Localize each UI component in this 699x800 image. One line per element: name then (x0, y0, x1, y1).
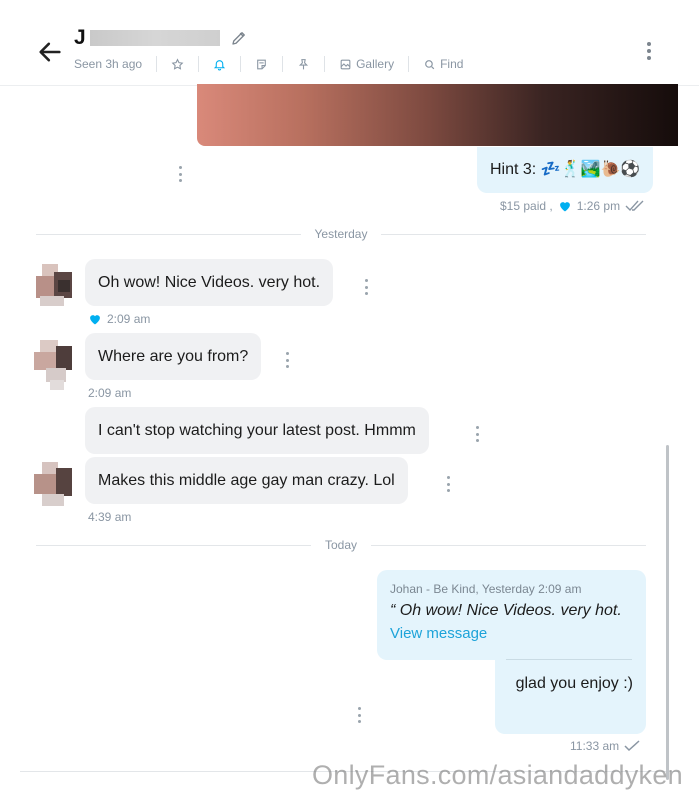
bell-icon (213, 59, 226, 70)
message-text: Hint 3: 💤🕺🏞️🐌⚽ (490, 161, 641, 178)
message-options-icon[interactable] (283, 352, 291, 368)
media-preview-blurred[interactable] (197, 84, 678, 146)
more-vertical-icon[interactable] (640, 40, 658, 62)
message-options-icon[interactable] (362, 279, 370, 295)
notifications-button[interactable] (213, 58, 226, 71)
view-message-link[interactable]: View message (390, 625, 633, 642)
outgoing-message-hint[interactable]: Hint 3: 💤🕺🏞️🐌⚽ (477, 147, 654, 193)
message-time: 11:33 am (570, 739, 620, 753)
message-time: 2:09 am (107, 312, 151, 326)
message-meta: 4:39 am (88, 510, 131, 524)
find-label: Find (440, 57, 464, 71)
favorite-button[interactable] (171, 57, 184, 71)
avatar[interactable] (28, 460, 76, 516)
incoming-message[interactable]: I can't stop watching your latest post. … (85, 407, 429, 454)
outgoing-message[interactable]: glad you enjoy :) (495, 660, 646, 734)
message-options-icon[interactable] (176, 166, 184, 182)
message-text: glad you enjoy :) (515, 675, 633, 692)
message-text: I can't stop watching your latest post. … (98, 422, 416, 439)
scrollbar[interactable] (666, 445, 669, 780)
message-time: 1:26 pm (576, 199, 621, 213)
message-text: Makes this middle age gay man crazy. Lol (98, 472, 395, 489)
last-seen-status: Seen 3h ago (74, 57, 143, 71)
toolbar-divider (408, 56, 410, 72)
quote-text: “ Oh wow! Nice Videos. very hot. (390, 602, 622, 619)
find-button[interactable]: Find (423, 57, 463, 71)
pin-button[interactable] (297, 58, 310, 71)
day-label: Today (324, 538, 358, 552)
back-arrow-icon[interactable] (36, 38, 64, 66)
message-meta: 2:09 am (88, 386, 131, 400)
day-label: Yesterday (314, 227, 368, 241)
gallery-button[interactable]: Gallery (339, 57, 394, 71)
heart-icon[interactable] (88, 313, 102, 325)
day-separator: Yesterday (36, 226, 646, 242)
avatar[interactable] (28, 336, 76, 392)
day-separator: Today (36, 537, 646, 553)
incoming-message[interactable]: Makes this middle age gay man crazy. Lol (85, 457, 408, 504)
search-icon (425, 59, 435, 69)
message-meta: $15 paid , 1:26 pm (500, 199, 645, 213)
message-meta: 2:09 am (88, 312, 150, 326)
pencil-icon[interactable] (230, 29, 248, 47)
heart-icon[interactable] (558, 200, 572, 212)
contact-name-initial: J (74, 26, 86, 49)
star-icon (171, 57, 184, 70)
quote-meta: Johan - Be Kind, Yesterday 2:09 am (390, 582, 582, 596)
toolbar-divider (324, 56, 326, 72)
pin-icon (299, 58, 309, 69)
message-time: 2:09 am (88, 386, 132, 400)
message-text: Oh wow! Nice Videos. very hot. (98, 274, 321, 291)
avatar[interactable] (28, 262, 76, 318)
toolbar-divider (240, 56, 242, 72)
toolbar-divider (198, 56, 200, 72)
toolbar-divider (282, 56, 284, 72)
incoming-message[interactable]: Oh wow! Nice Videos. very hot. (85, 259, 334, 306)
double-check-icon (625, 200, 644, 212)
check-icon (624, 740, 640, 752)
note-icon (257, 59, 266, 69)
quoted-message[interactable]: Johan - Be Kind, Yesterday 2:09 am “ Oh … (377, 570, 646, 660)
incoming-message[interactable]: Where are you from? (85, 333, 262, 380)
contact-name-redacted (89, 30, 220, 46)
watermark: OnlyFans.com/asiandaddyken (312, 760, 683, 790)
message-options-icon[interactable] (473, 426, 481, 442)
message-meta: 11:33 am (570, 739, 640, 753)
toolbar-divider (156, 56, 158, 72)
message-text: Where are you from? (98, 348, 249, 365)
notes-button[interactable] (255, 58, 268, 71)
message-options-icon[interactable] (355, 707, 363, 723)
chat-header: J Seen 3h ago Gallery Find (0, 0, 699, 86)
chat-toolbar: Seen 3h ago Gallery Find (74, 54, 463, 74)
paid-amount: $15 paid , (500, 199, 553, 213)
contact-name[interactable]: J (74, 26, 248, 50)
gallery-label: Gallery (356, 57, 395, 71)
image-icon (340, 59, 351, 69)
message-time: 4:39 am (88, 510, 132, 524)
message-options-icon[interactable] (444, 476, 452, 492)
